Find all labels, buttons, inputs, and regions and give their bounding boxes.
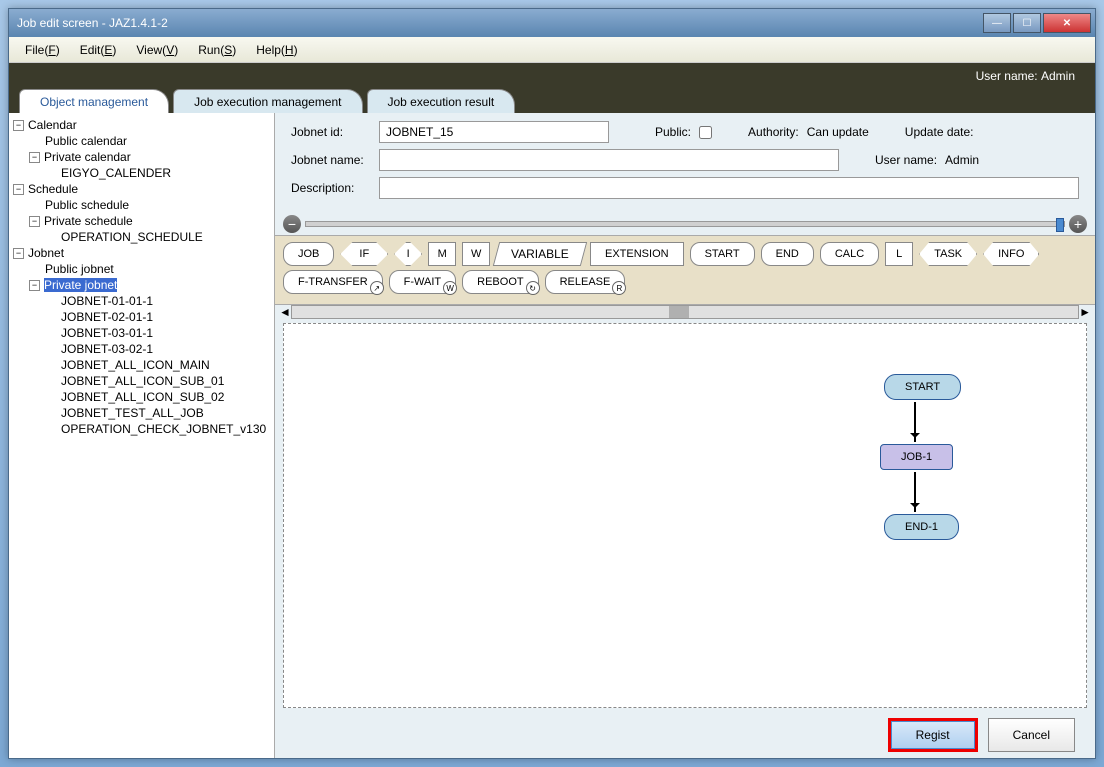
tool-m-icon[interactable]: M (428, 242, 456, 266)
form-user-label: User name: (875, 153, 937, 167)
collapse-icon[interactable]: − (13, 184, 24, 195)
tool-f-transfer[interactable]: F-TRANSFER (283, 270, 383, 294)
tool-calc[interactable]: CALC (820, 242, 879, 266)
content: −Calendar Public calendar −Private calen… (9, 113, 1095, 758)
zoom-slider[interactable] (305, 221, 1065, 227)
tree-calendar[interactable]: −Calendar (13, 117, 270, 133)
jobnet-id-label: Jobnet id: (291, 125, 371, 139)
tool-end[interactable]: END (761, 242, 814, 266)
tree-private-calendar[interactable]: −Private calendar (13, 149, 270, 165)
highlight-box: Regist (888, 718, 978, 752)
collapse-icon[interactable]: − (13, 248, 24, 259)
tool-variable[interactable]: VARIABLE (493, 242, 587, 266)
close-button[interactable]: ✕ (1043, 13, 1091, 33)
tool-extension[interactable]: EXTENSION (590, 242, 684, 266)
menu-view[interactable]: View(V) (126, 39, 188, 61)
tab-job-execution-management[interactable]: Job execution management (173, 89, 362, 113)
jobnet-name-label: Jobnet name: (291, 153, 371, 167)
menu-file[interactable]: File(F) (15, 39, 70, 61)
tree-jobnet[interactable]: −Jobnet (13, 245, 270, 261)
authority-label: Authority: (748, 125, 799, 139)
tab-job-execution-result[interactable]: Job execution result (367, 89, 516, 113)
tree-public-jobnet[interactable]: Public jobnet (13, 261, 270, 277)
titlebar: Job edit screen - JAZ1.4.1-2 — ☐ ✕ (9, 9, 1095, 37)
regist-button[interactable]: Regist (891, 721, 975, 749)
menu-help[interactable]: Help(H) (246, 39, 307, 61)
tree-private-jobnet[interactable]: −Private jobnet (13, 277, 270, 293)
header-user-label: User name: (976, 69, 1038, 83)
tree-jobnet-08[interactable]: JOBNET_TEST_ALL_JOB (13, 405, 270, 421)
cancel-button[interactable]: Cancel (988, 718, 1075, 752)
description-label: Description: (291, 181, 371, 195)
tree-panel: −Calendar Public calendar −Private calen… (9, 113, 275, 758)
scroll-right-icon[interactable]: ► (1079, 305, 1091, 319)
slider-thumb[interactable] (1056, 218, 1064, 232)
tool-job[interactable]: JOB (283, 242, 334, 266)
window-title: Job edit screen - JAZ1.4.1-2 (13, 16, 983, 30)
node-start[interactable]: START (884, 374, 961, 400)
tree-public-schedule[interactable]: Public schedule (13, 197, 270, 213)
zoom-slider-row: − + (275, 213, 1095, 235)
public-checkbox[interactable] (699, 126, 712, 139)
header-user-value: Admin (1041, 69, 1075, 83)
tool-release[interactable]: RELEASE (545, 270, 626, 294)
update-date-label: Update date: (905, 125, 974, 139)
maximize-button[interactable]: ☐ (1013, 13, 1041, 33)
menubar: File(F) Edit(E) View(V) Run(S) Help(H) (9, 37, 1095, 63)
node-job-1[interactable]: JOB-1 (880, 444, 953, 470)
tool-w-icon[interactable]: W (462, 242, 490, 266)
tool-reboot[interactable]: REBOOT (462, 270, 538, 294)
tree-jobnet-07[interactable]: JOBNET_ALL_ICON_SUB_02 (13, 389, 270, 405)
tool-if[interactable]: IF (340, 242, 388, 266)
minimize-button[interactable]: — (983, 13, 1011, 33)
tool-task[interactable]: TASK (919, 242, 977, 266)
collapse-icon[interactable]: − (29, 280, 40, 291)
tree-private-schedule[interactable]: −Private schedule (13, 213, 270, 229)
scroll-left-icon[interactable]: ◄ (279, 305, 291, 319)
authority-value: Can update (807, 125, 869, 139)
tree-jobnet-06[interactable]: JOBNET_ALL_ICON_SUB_01 (13, 373, 270, 389)
public-label: Public: (655, 125, 691, 139)
tree-schedule[interactable]: −Schedule (13, 181, 270, 197)
collapse-icon[interactable]: − (29, 216, 40, 227)
collapse-icon[interactable]: − (29, 152, 40, 163)
horizontal-scrollbar[interactable] (291, 305, 1079, 319)
tool-info[interactable]: INFO (983, 242, 1039, 266)
footer-buttons: Regist Cancel (275, 712, 1095, 758)
tree-jobnet-03[interactable]: JOBNET-03-01-1 (13, 325, 270, 341)
tree-public-calendar[interactable]: Public calendar (13, 133, 270, 149)
collapse-icon[interactable]: − (13, 120, 24, 131)
right-panel: Jobnet id: Public: Authority: Can update… (275, 113, 1095, 758)
tree-jobnet-05[interactable]: JOBNET_ALL_ICON_MAIN (13, 357, 270, 373)
arrow-icon (914, 472, 916, 512)
form-area: Jobnet id: Public: Authority: Can update… (275, 113, 1095, 213)
form-user-value: Admin (945, 153, 979, 167)
tool-f-wait[interactable]: F-WAIT (389, 270, 456, 294)
canvas[interactable]: START JOB-1 END-1 (283, 323, 1087, 708)
zoom-in-button[interactable]: + (1069, 215, 1087, 233)
tool-i-icon[interactable]: I (394, 242, 422, 266)
tabs: Object management Job execution manageme… (9, 89, 1095, 113)
jobnet-id-input[interactable] (379, 121, 609, 143)
tree-jobnet-09[interactable]: OPERATION_CHECK_JOBNET_v130 (13, 421, 270, 437)
tool-l-icon[interactable]: L (885, 242, 913, 266)
tree-eigyo[interactable]: EIGYO_CALENDER (13, 165, 270, 181)
menu-edit[interactable]: Edit(E) (70, 39, 127, 61)
tree-op-schedule[interactable]: OPERATION_SCHEDULE (13, 229, 270, 245)
toolbox: JOB IF I M W VARIABLE EXTENSION START EN… (275, 235, 1095, 305)
tree-jobnet-04[interactable]: JOBNET-03-02-1 (13, 341, 270, 357)
node-end-1[interactable]: END-1 (884, 514, 959, 540)
app-window: Job edit screen - JAZ1.4.1-2 — ☐ ✕ File(… (8, 8, 1096, 759)
tool-start[interactable]: START (690, 242, 755, 266)
menu-run[interactable]: Run(S) (188, 39, 246, 61)
zoom-out-button[interactable]: − (283, 215, 301, 233)
canvas-hscroll-row: ◄ ► (275, 305, 1095, 319)
tree-jobnet-02[interactable]: JOBNET-02-01-1 (13, 309, 270, 325)
arrow-icon (914, 402, 916, 442)
jobnet-name-input[interactable] (379, 149, 839, 171)
header-bar: User name: Admin (9, 63, 1095, 89)
tab-object-management[interactable]: Object management (19, 89, 169, 113)
description-input[interactable] (379, 177, 1079, 199)
tree-jobnet-01[interactable]: JOBNET-01-01-1 (13, 293, 270, 309)
